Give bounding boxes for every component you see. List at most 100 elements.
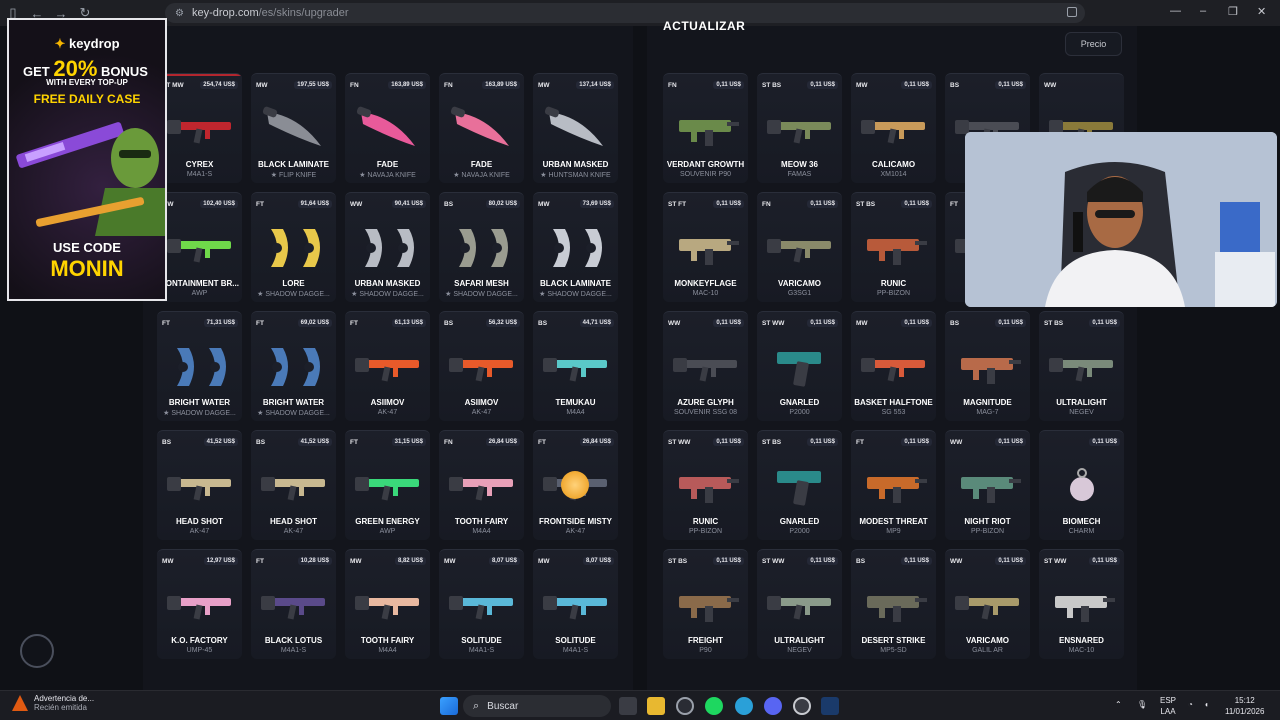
browser-icon[interactable]	[676, 697, 694, 715]
skin-image	[541, 102, 611, 154]
skin-card[interactable]: FN 0,11 US$ VERDANT GROWTH SOUVENIR P90	[663, 73, 748, 183]
tray-chevron-icon[interactable]: ⌃	[1115, 699, 1122, 710]
language-indicator[interactable]: ESP LAA	[1160, 695, 1176, 717]
skin-card[interactable]: 0,11 US$ BIOMECH CHARM	[1039, 430, 1124, 540]
skin-condition: FT	[950, 201, 958, 208]
address-bar[interactable]: ⚙ key-drop.com/es/skins/upgrader	[165, 3, 1085, 23]
skin-card[interactable]: FT 31,15 US$ GREEN ENERGY AWP	[345, 430, 430, 540]
skin-card[interactable]: ST WW 0,11 US$ GNARLED P2000	[757, 311, 842, 421]
skin-card[interactable]: BS 41,52 US$ HEAD SHOT AK-47	[157, 430, 242, 540]
skin-card[interactable]: FT 91,64 US$ LORE ★ SHADOW DAGGE...	[251, 192, 336, 302]
clock-time: 15:12	[1234, 696, 1255, 705]
chrome-icon[interactable]	[793, 697, 811, 715]
skin-name: FADE	[376, 160, 399, 169]
skin-image	[165, 340, 235, 392]
weapon-type: ★ FLIP KNIFE	[270, 172, 317, 179]
skin-card[interactable]: FT 69,02 US$ BRIGHT WATER ★ SHADOW DAGGE...	[251, 311, 336, 421]
mic-icon[interactable]: 🎙	[1137, 699, 1147, 710]
skin-card[interactable]: ST BS 0,11 US$ GNARLED P2000	[757, 430, 842, 540]
weapon-type: M4A1-S	[468, 647, 495, 654]
ad-logo: ✦ keydrop	[9, 36, 165, 52]
skin-image	[1047, 340, 1117, 392]
skin-card[interactable]: MW 137,14 US$ URBAN MASKED ★ HUNTSMAN KNIFE	[533, 73, 618, 183]
skin-card[interactable]: ST WW 0,11 US$ RUNIC PP-BIZON	[663, 430, 748, 540]
skin-card[interactable]: MW 0,11 US$ BASKET HALFTONE SG 553	[851, 311, 936, 421]
skin-card[interactable]: FN 26,84 US$ TOOTH FAIRY M4A4	[439, 430, 524, 540]
skin-condition: ST BS	[762, 82, 782, 89]
skin-card[interactable]: WW 0,11 US$ AZURE GLYPH SOUVENIR SSG 08	[663, 311, 748, 421]
skin-card[interactable]: FN 163,89 US$ FADE ★ NAVAJA KNIFE	[439, 73, 524, 183]
steam-icon[interactable]	[821, 697, 839, 715]
skin-image	[953, 459, 1023, 511]
discord-icon[interactable]	[764, 697, 782, 715]
skin-card[interactable]: MW 73,69 US$ BLACK LAMINATE ★ SHADOW DAGGE.…	[533, 192, 618, 302]
promo-ad[interactable]: ✦ keydrop GET 20% BONUS WITH EVERY TOP-U…	[7, 18, 167, 301]
price-sort-button[interactable]: Precio	[1065, 32, 1122, 56]
skin-card[interactable]: ST FT 0,11 US$ MONKEYFLAGE MAC-10	[663, 192, 748, 302]
skin-image	[671, 221, 741, 273]
skin-card[interactable]: FT 71,31 US$ BRIGHT WATER ★ SHADOW DAGGE...	[157, 311, 242, 421]
minimize-window-icon[interactable]: –	[1200, 5, 1206, 17]
skin-card[interactable]: MW 12,97 US$ K.O. FACTORY UMP-45	[157, 549, 242, 659]
skin-price: 69,02 US$	[297, 319, 332, 327]
skin-card[interactable]: ST BS 0,11 US$ ULTRALIGHT NEGEV	[1039, 311, 1124, 421]
skin-card[interactable]: BS 0,11 US$ DESERT STRIKE MP5-SD	[851, 549, 936, 659]
skin-card[interactable]: ST MW 254,74 US$ CYREX M4A1-S	[157, 73, 242, 183]
skin-card[interactable]: MW 8,07 US$ SOLITUDE M4A1-S	[533, 549, 618, 659]
skin-image	[765, 578, 835, 630]
skin-condition: FT	[256, 201, 264, 208]
task-view-icon[interactable]	[619, 697, 637, 715]
skin-card[interactable]: FT 61,13 US$ ASIIMOV AK-47	[345, 311, 430, 421]
skin-card[interactable]: ST WW 0,11 US$ ULTRALIGHT NEGEV	[757, 549, 842, 659]
minimize-icon[interactable]: —	[1170, 5, 1181, 17]
skin-card[interactable]: MW 102,40 US$ CONTAINMENT BR... AWP	[157, 192, 242, 302]
skin-card[interactable]: WW 0,11 US$ VARICAMO GALIL AR	[945, 549, 1030, 659]
skin-card[interactable]: MW 8,82 US$ TOOTH FAIRY M4A4	[345, 549, 430, 659]
skin-card[interactable]: ST BS 0,11 US$ FREIGHT P90	[663, 549, 748, 659]
spotify-icon[interactable]	[705, 697, 723, 715]
skin-price: 0,11 US$	[995, 81, 1026, 89]
skin-image	[671, 340, 741, 392]
skin-card[interactable]: FN 0,11 US$ VARICAMO G3SG1	[757, 192, 842, 302]
skin-price: 91,64 US$	[297, 200, 332, 208]
skin-card[interactable]: WW 90,41 US$ URBAN MASKED ★ SHADOW DAGGE...	[345, 192, 430, 302]
clock[interactable]: 15:12 11/01/2026	[1225, 695, 1264, 717]
skin-card[interactable]: BS 80,02 US$ SAFARI MESH ★ SHADOW DAGGE...	[439, 192, 524, 302]
skin-condition: BS	[162, 439, 172, 446]
file-explorer-icon[interactable]	[647, 697, 665, 715]
skin-card[interactable]: BS 44,71 US$ TEMUKAU M4A4	[533, 311, 618, 421]
keyboard-layout: LAA	[1160, 707, 1176, 716]
skin-condition: WW	[950, 558, 963, 565]
skin-card[interactable]: MW 8,07 US$ SOLITUDE M4A1-S	[439, 549, 524, 659]
taskbar-search[interactable]: ⌕ Buscar	[463, 695, 611, 717]
skin-price: 90,41 US$	[391, 200, 426, 208]
close-icon[interactable]: ✕	[1257, 5, 1266, 18]
skin-card[interactable]: BS 0,11 US$ MAGNITUDE MAG-7	[945, 311, 1030, 421]
reader-view-icon[interactable]	[1067, 7, 1077, 17]
wifi-icon[interactable]: ◔	[1188, 699, 1193, 710]
skin-card[interactable]: BS 56,32 US$ ASIIMOV AK-47	[439, 311, 524, 421]
skin-card[interactable]: FT 10,28 US$ BLACK LOTUS M4A1-S	[251, 549, 336, 659]
skin-card[interactable]: MW 197,55 US$ BLACK LAMINATE ★ FLIP KNIFE	[251, 73, 336, 183]
skin-card[interactable]: FN 163,89 US$ FADE ★ NAVAJA KNIFE	[345, 73, 430, 183]
skin-condition: FT	[538, 439, 546, 446]
weapon-type: ★ SHADOW DAGGE...	[445, 291, 518, 298]
skin-card[interactable]: WW 0,11 US$ NIGHT RIOT PP-BIZON	[945, 430, 1030, 540]
site-info-icon[interactable]: ⚙	[175, 8, 184, 19]
maximize-icon[interactable]: ❐	[1228, 5, 1238, 18]
skin-card[interactable]: FT 0,11 US$ MODEST THREAT MP9	[851, 430, 936, 540]
skin-card[interactable]: ST BS 0,11 US$ MEOW 36 FAMAS	[757, 73, 842, 183]
skin-card[interactable]: MW 0,11 US$ CALICAMO XM1014	[851, 73, 936, 183]
notification-item[interactable]: Advertencia de... Recién emitida	[12, 694, 94, 712]
skin-price: 8,82 US$	[394, 557, 426, 565]
skin-card[interactable]: ST BS 0,11 US$ RUNIC PP-BIZON	[851, 192, 936, 302]
telegram-icon[interactable]	[735, 697, 753, 715]
skin-card[interactable]: ST WW 0,11 US$ ENSNARED MAC-10	[1039, 549, 1124, 659]
skin-image	[859, 340, 929, 392]
floating-action-button[interactable]	[20, 634, 54, 668]
skin-card[interactable]: BS 41,52 US$ HEAD SHOT AK-47	[251, 430, 336, 540]
volume-icon[interactable]: ◖	[1204, 699, 1209, 710]
weapon-type: MAC-10	[692, 290, 719, 297]
ad-get: GET	[23, 64, 50, 79]
start-icon[interactable]	[440, 697, 458, 715]
